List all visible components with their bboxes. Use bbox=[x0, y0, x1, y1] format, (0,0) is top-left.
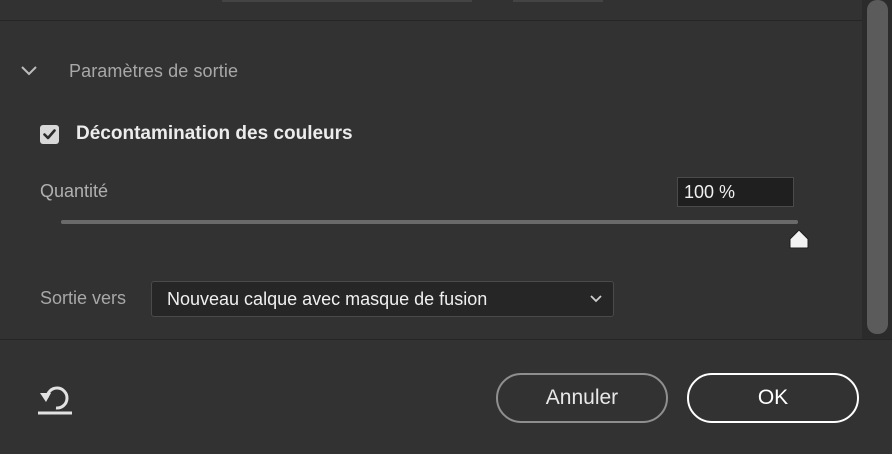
reset-icon[interactable] bbox=[36, 384, 76, 416]
cancel-button[interactable]: Annuler bbox=[496, 373, 668, 423]
top-divider bbox=[0, 20, 862, 21]
refine-edge-dialog: Paramètres de sortie Décontamination des… bbox=[0, 0, 892, 454]
amount-label: Quantité bbox=[40, 181, 109, 201]
amount-slider-track[interactable] bbox=[61, 220, 798, 224]
top-tab-edge-2 bbox=[513, 0, 603, 2]
scrollbar-thumb[interactable] bbox=[867, 0, 888, 334]
amount-slider-thumb[interactable] bbox=[788, 229, 810, 249]
section-title[interactable]: Paramètres de sortie bbox=[69, 61, 238, 82]
ok-button[interactable]: OK bbox=[687, 373, 859, 423]
output-select[interactable]: Nouveau calque avec masque de fusion bbox=[151, 281, 614, 317]
amount-input[interactable]: 100 % bbox=[677, 177, 794, 207]
footer-divider bbox=[0, 339, 892, 340]
output-label: Sortie vers bbox=[40, 288, 127, 308]
amount-slider-fill bbox=[61, 220, 798, 224]
decontamination-checkbox[interactable] bbox=[40, 125, 59, 144]
checkmark-icon bbox=[43, 129, 56, 140]
chevron-down-icon bbox=[590, 295, 602, 303]
output-select-value: Nouveau calque avec masque de fusion bbox=[167, 289, 488, 309]
decontamination-label[interactable]: Décontamination des couleurs bbox=[76, 123, 353, 145]
chevron-down-icon[interactable] bbox=[20, 64, 38, 78]
top-tab-edge bbox=[222, 0, 472, 2]
